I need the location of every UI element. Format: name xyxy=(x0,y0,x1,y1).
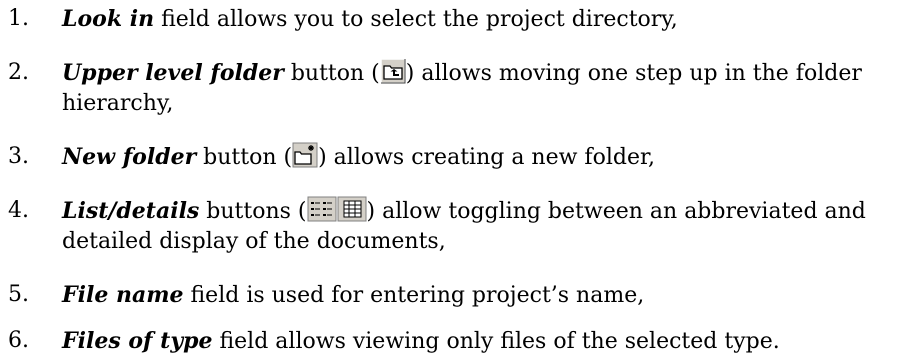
item-description: buttons ( xyxy=(199,199,307,224)
item-description: field is used for entering project’s nam… xyxy=(183,283,645,308)
list-view-icon xyxy=(307,196,337,224)
item-term: File name xyxy=(62,282,184,308)
up-folder-icon xyxy=(380,58,406,86)
item-term: New folder xyxy=(62,144,197,170)
item-text: List/details buttons ( ) allow toggling b… xyxy=(62,196,897,257)
item-number: 4. xyxy=(8,198,29,223)
item-description: field allows you to select the project d… xyxy=(154,7,678,32)
item-term: Files of type xyxy=(62,328,213,354)
item-number: 2. xyxy=(8,60,29,85)
item-description-line2: detailed display of the documents, xyxy=(62,229,446,254)
item-number: 1. xyxy=(8,6,29,31)
item-term: List/details xyxy=(62,198,200,224)
item-description-line2: hierarchy, xyxy=(62,91,174,116)
item-number: 3. xyxy=(8,144,29,169)
item-number: 5. xyxy=(8,282,29,307)
item-description: button ( xyxy=(196,145,293,170)
item-number: 6. xyxy=(8,328,29,353)
numbered-list: 1. Look in field allows you to select th… xyxy=(0,0,905,362)
item-text: New folder button ( ) allows creating a n… xyxy=(62,142,897,173)
item-text: Files of type field allows viewing only … xyxy=(62,326,897,357)
details-view-icon xyxy=(337,196,367,224)
item-term: Look in xyxy=(62,6,155,32)
item-term: Upper level folder xyxy=(62,60,284,86)
item-text: File name field is used for entering pro… xyxy=(62,280,897,311)
new-folder-icon xyxy=(292,142,318,170)
item-description: button ( xyxy=(283,61,380,86)
item-text: Upper level folder button ( ) allows movi… xyxy=(62,58,897,119)
item-description: field allows viewing only files of the s… xyxy=(212,329,780,354)
item-description-cont: ) allow toggling between an abbreviated … xyxy=(366,199,866,224)
item-text: Look in field allows you to select the p… xyxy=(62,4,897,35)
item-description-cont: ) allows moving one step up in the folde… xyxy=(405,61,862,86)
item-description-cont: ) allows creating a new folder, xyxy=(318,145,656,170)
